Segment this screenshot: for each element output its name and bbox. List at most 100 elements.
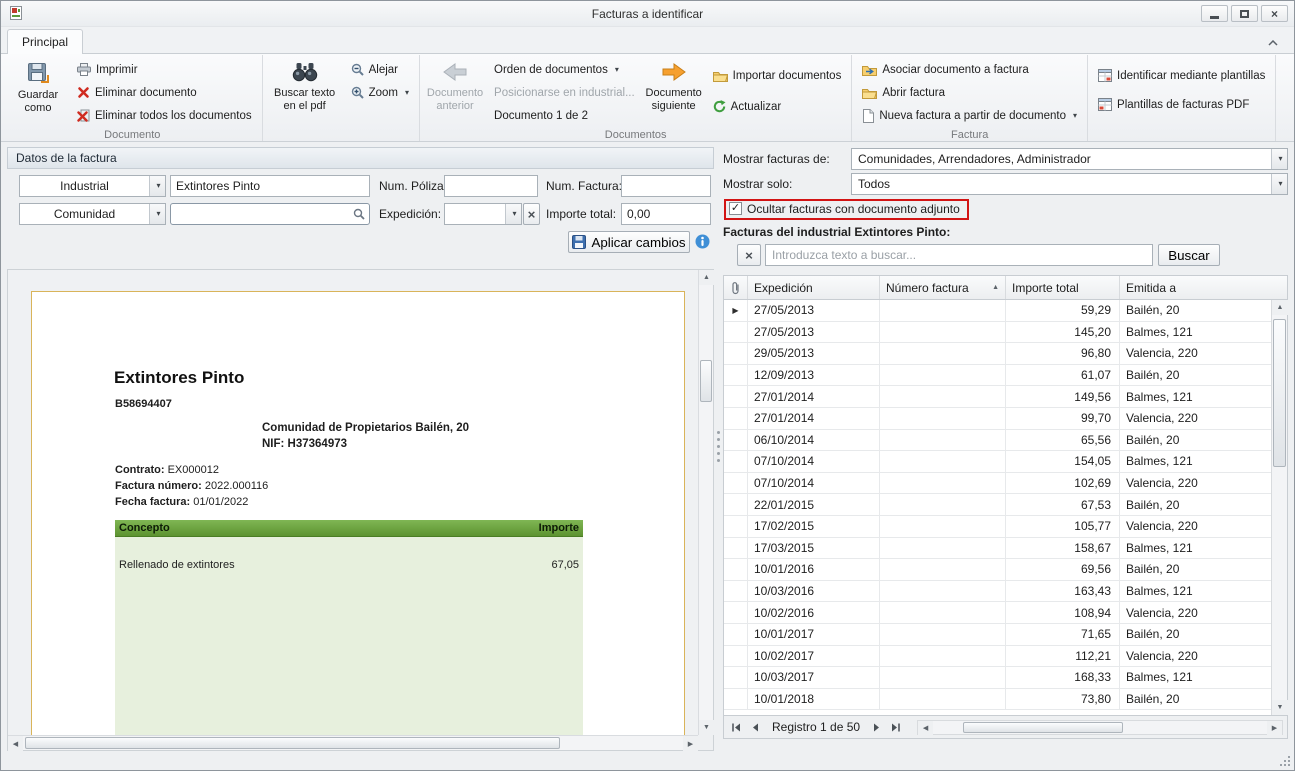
expedicion-combo[interactable]: ▾ xyxy=(444,203,522,225)
mostrar-solo-dropdown[interactable]: Todos ▾ xyxy=(851,173,1288,195)
attachment-column-header[interactable] xyxy=(724,276,748,299)
last-record-button[interactable] xyxy=(888,719,904,735)
eliminar-documento-button[interactable]: Eliminar documento xyxy=(72,82,257,103)
search-clear-button[interactable]: × xyxy=(737,244,761,266)
eliminar-todos-button[interactable]: Eliminar todos los documentos xyxy=(72,105,257,126)
table-row[interactable]: 12/09/201361,07Bailén, 20 xyxy=(724,365,1271,387)
table-row[interactable]: 27/01/2014149,56Balmes, 121 xyxy=(724,386,1271,408)
minimize-button[interactable] xyxy=(1201,5,1228,22)
num-factura-input[interactable] xyxy=(621,175,711,197)
comunidad-combo[interactable]: Comunidad ▾ xyxy=(19,203,166,225)
associate-folder-icon xyxy=(862,64,877,76)
table-row[interactable]: 10/01/201771,65Bailén, 20 xyxy=(724,624,1271,646)
buscar-texto-pdf-button[interactable]: Buscar texto en el pdf xyxy=(266,55,344,125)
chevron-down-icon[interactable]: ▾ xyxy=(149,176,165,196)
buscar-button[interactable]: Buscar xyxy=(1158,244,1220,266)
table-row[interactable]: 10/03/2017168,33Balmes, 121 xyxy=(724,667,1271,689)
column-header-emitida-a[interactable]: Emitida a xyxy=(1120,276,1287,299)
chevron-down-icon[interactable]: ▾ xyxy=(505,204,521,224)
close-button[interactable]: × xyxy=(1261,5,1288,22)
table-row[interactable]: 07/10/2014102,69Valencia, 220 xyxy=(724,473,1271,495)
column-header-numero-factura[interactable]: Número factura▲ xyxy=(880,276,1006,299)
panel-splitter[interactable] xyxy=(714,142,723,751)
plantillas-pdf-button[interactable]: Plantillas de facturas PDF xyxy=(1093,94,1270,115)
scroll-right-icon[interactable]: ▶ xyxy=(1267,721,1282,736)
chevron-down-icon[interactable]: ▾ xyxy=(1271,174,1287,194)
chevron-down-icon[interactable]: ▾ xyxy=(1271,149,1287,169)
column-header-importe-total[interactable]: Importe total xyxy=(1006,276,1120,299)
actualizar-button[interactable]: Actualizar xyxy=(708,96,847,117)
scrollbar-thumb[interactable] xyxy=(700,360,712,402)
button-label: Zoom xyxy=(369,87,398,99)
industrial-input[interactable] xyxy=(170,175,370,197)
pdf-horizontal-scrollbar[interactable]: ◀ ▶ xyxy=(8,735,698,750)
importar-documentos-button[interactable]: Importar documentos xyxy=(708,66,847,87)
posicionarse-industrial-button[interactable]: Posicionarse en industrial... xyxy=(489,82,640,103)
previous-record-button[interactable] xyxy=(747,719,763,735)
table-row[interactable]: 17/02/2015105,77Valencia, 220 xyxy=(724,516,1271,538)
industrial-combo[interactable]: Industrial ▾ xyxy=(19,175,166,197)
next-record-button[interactable] xyxy=(869,719,885,735)
table-row[interactable]: 29/05/201396,80Valencia, 220 xyxy=(724,343,1271,365)
table-row[interactable]: 10/03/2016163,43Balmes, 121 xyxy=(724,581,1271,603)
table-row[interactable]: 10/01/201873,80Bailén, 20 xyxy=(724,689,1271,711)
importe-total-input[interactable] xyxy=(621,203,711,225)
invoice-search-input[interactable] xyxy=(765,244,1153,266)
scrollbar-thumb[interactable] xyxy=(25,737,560,749)
abrir-factura-button[interactable]: Abrir factura xyxy=(857,82,1082,103)
acercar-button[interactable]: Zoom▾ xyxy=(346,82,414,103)
resize-grip[interactable] xyxy=(1279,755,1290,766)
documento-siguiente-button[interactable]: Documento siguiente xyxy=(642,55,706,128)
cell: 145,20 xyxy=(1006,322,1120,343)
scroll-up-icon[interactable]: ▲ xyxy=(1272,300,1288,315)
identificar-plantillas-button[interactable]: Identificar mediante plantillas xyxy=(1093,65,1270,86)
first-record-button[interactable] xyxy=(728,719,744,735)
table-row[interactable]: 22/01/201567,53Bailén, 20 xyxy=(724,494,1271,516)
scroll-left-icon[interactable]: ◀ xyxy=(8,736,23,751)
scrollbar-thumb[interactable] xyxy=(1273,319,1286,467)
orden-documentos-button[interactable]: Orden de documentos▾ xyxy=(489,59,640,80)
info-icon[interactable] xyxy=(695,234,710,249)
scroll-left-icon[interactable]: ◀ xyxy=(918,721,933,736)
guardar-como-button[interactable]: Guardar como xyxy=(6,55,70,128)
scroll-right-icon[interactable]: ▶ xyxy=(683,736,698,751)
table-row[interactable]: ▶27/05/201359,29Bailén, 20 xyxy=(724,300,1271,322)
column-header-expedicion[interactable]: Expedición xyxy=(748,276,880,299)
table-row[interactable]: 10/01/201669,56Bailén, 20 xyxy=(724,559,1271,581)
table-row[interactable]: 10/02/2017112,21Valencia, 220 xyxy=(724,646,1271,668)
scroll-down-icon[interactable]: ▼ xyxy=(1272,700,1288,715)
asociar-documento-button[interactable]: Asociar documento a factura xyxy=(857,59,1082,80)
scrollbar-thumb[interactable] xyxy=(963,722,1123,733)
mostrar-facturas-de-dropdown[interactable]: Comunidades, Arrendadores, Administrador… xyxy=(851,148,1288,170)
search-icon[interactable] xyxy=(349,204,369,224)
imprimir-button[interactable]: Imprimir xyxy=(72,59,257,80)
alejar-button[interactable]: Alejar xyxy=(346,59,414,80)
maximize-button[interactable] xyxy=(1231,5,1258,22)
table-row[interactable]: 27/05/2013145,20Balmes, 121 xyxy=(724,322,1271,344)
chevron-down-icon[interactable]: ▾ xyxy=(149,204,165,224)
grid-vertical-scrollbar[interactable]: ▲ ▼ xyxy=(1271,300,1287,715)
tab-principal[interactable]: Principal xyxy=(7,29,83,54)
pdf-vertical-scrollbar[interactable]: ▲ ▼ xyxy=(698,270,713,735)
table-row[interactable]: 17/03/2015158,67Balmes, 121 xyxy=(724,538,1271,560)
comunidad-search-input[interactable] xyxy=(171,207,349,221)
table-row[interactable]: 07/10/2014154,05Balmes, 121 xyxy=(724,451,1271,473)
num-poliza-input[interactable] xyxy=(444,175,538,197)
pdf-viewport: Extintores Pinto B58694407 Comunidad de … xyxy=(8,270,698,735)
expedicion-clear-button[interactable]: × xyxy=(523,203,540,225)
documento-anterior-button[interactable]: Documento anterior xyxy=(423,55,487,128)
chevron-down-icon: ▾ xyxy=(615,66,619,74)
ribbon-collapse-icon[interactable] xyxy=(1268,40,1278,46)
ocultar-checkbox[interactable]: ✓ xyxy=(729,202,742,215)
aplicar-cambios-button[interactable]: Aplicar cambios xyxy=(568,231,690,253)
scroll-down-icon[interactable]: ▼ xyxy=(699,720,714,735)
row-indicator-cell xyxy=(724,602,748,623)
cell: 17/02/2015 xyxy=(748,516,880,537)
table-row[interactable]: 06/10/201465,56Bailén, 20 xyxy=(724,430,1271,452)
nueva-factura-button[interactable]: Nueva factura a partir de documento▾ xyxy=(857,105,1082,126)
pdf-client-nif: NIF: H37364973 xyxy=(262,438,347,450)
grid-horizontal-scrollbar[interactable]: ◀ ▶ xyxy=(917,720,1283,735)
table-row[interactable]: 10/02/2016108,94Valencia, 220 xyxy=(724,602,1271,624)
table-row[interactable]: 27/01/201499,70Valencia, 220 xyxy=(724,408,1271,430)
scroll-up-icon[interactable]: ▲ xyxy=(699,270,714,285)
